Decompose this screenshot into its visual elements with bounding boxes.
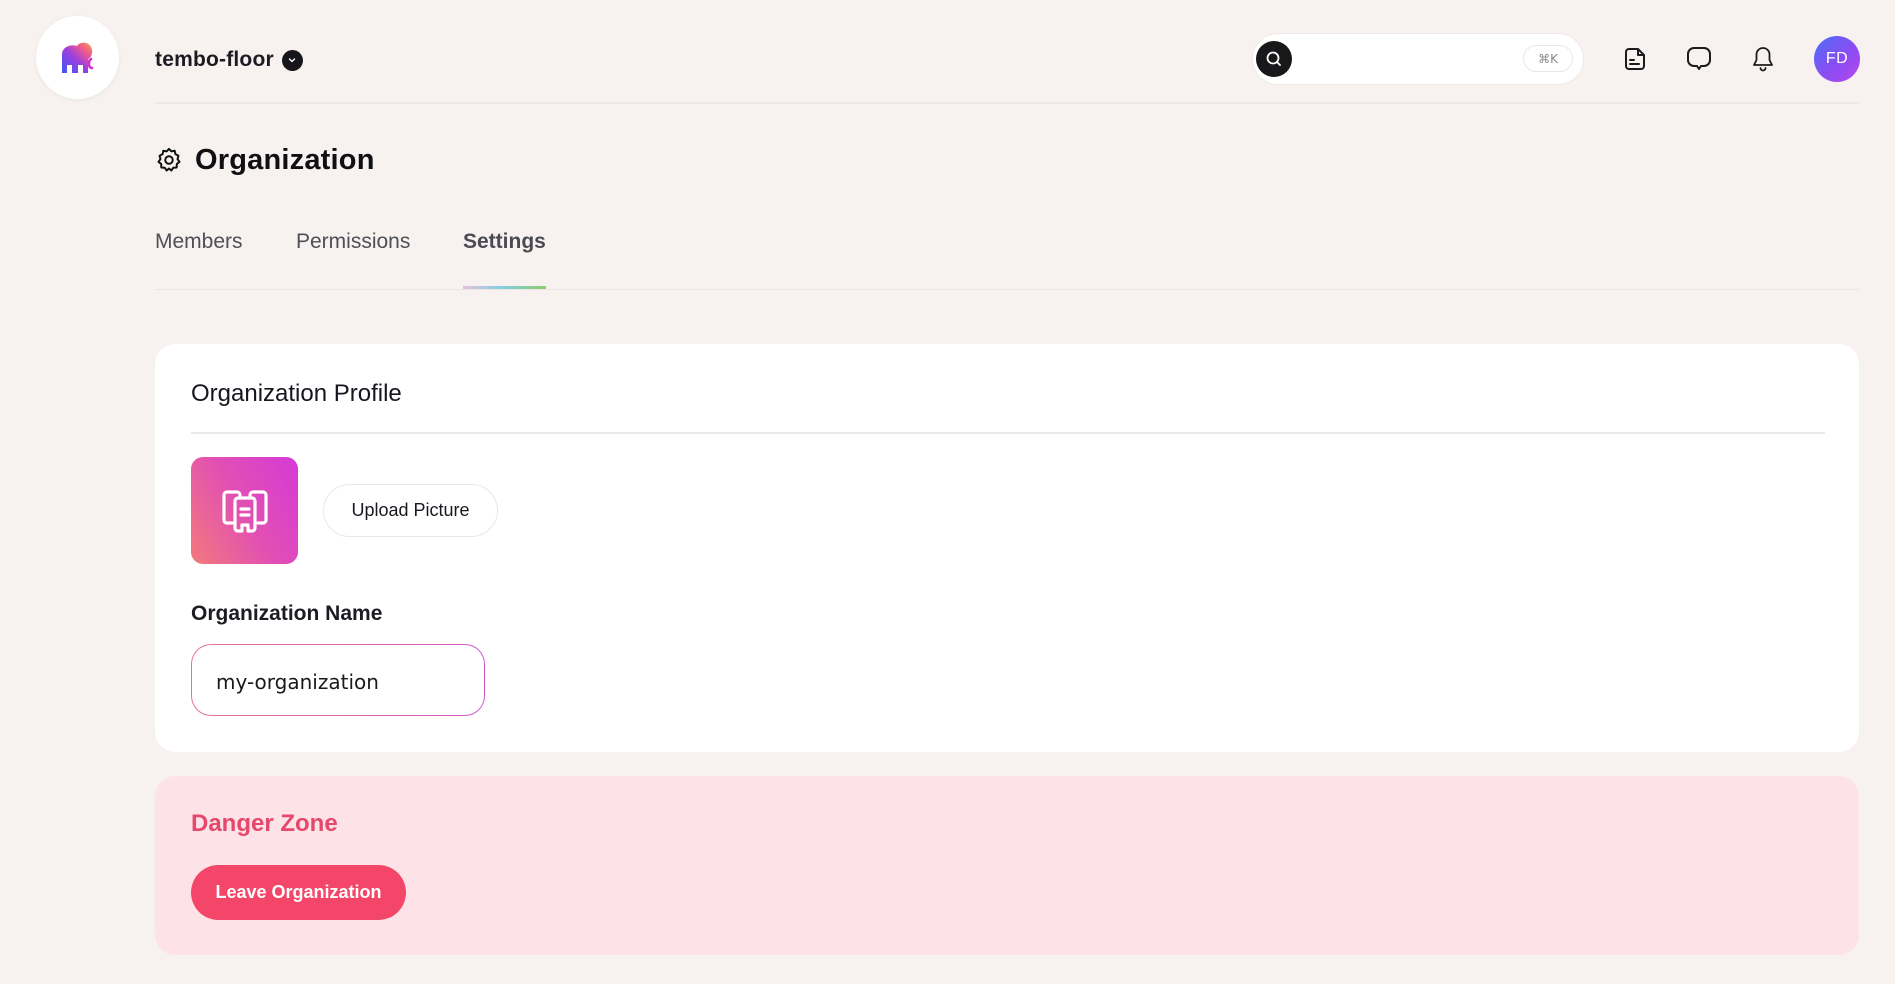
user-avatar[interactable]: FD	[1814, 36, 1860, 82]
profile-card-title: Organization Profile	[191, 380, 402, 407]
notifications-button[interactable]	[1748, 44, 1778, 74]
docs-button[interactable]	[1620, 44, 1650, 74]
leave-organization-button[interactable]: Leave Organization	[191, 865, 406, 920]
gear-icon	[157, 147, 181, 172]
tab-settings[interactable]: Settings	[463, 226, 546, 289]
danger-zone-card: Danger Zone Leave Organization	[155, 776, 1859, 955]
organization-profile-card: Organization Profile Upload Picture Orga…	[155, 344, 1859, 752]
organization-building-icon	[221, 489, 268, 533]
page-heading: Organization	[195, 143, 375, 176]
document-icon	[1625, 48, 1645, 70]
organization-picture	[191, 457, 298, 564]
danger-zone-title: Danger Zone	[191, 810, 338, 837]
tab-permissions[interactable]: Permissions	[296, 226, 410, 289]
chat-icon	[1687, 47, 1711, 70]
org-name: tembo-floor	[155, 48, 274, 71]
header-divider	[155, 102, 1860, 104]
organization-name-label: Organization Name	[191, 602, 383, 625]
elephant-logo-icon	[61, 42, 93, 73]
page-title: Organization	[155, 142, 375, 178]
profile-card-divider	[191, 432, 1825, 434]
tab-members[interactable]: Members	[155, 226, 243, 289]
chevron-down-icon	[281, 49, 303, 71]
organization-name-input[interactable]	[192, 645, 484, 715]
search-icon[interactable]	[1256, 41, 1292, 77]
app-logo[interactable]	[36, 16, 119, 99]
search-input[interactable]	[1299, 42, 1509, 76]
bell-icon	[1753, 47, 1773, 72]
search-bar[interactable]: ⌘K	[1253, 34, 1583, 84]
org-switcher[interactable]: tembo-floor	[155, 44, 303, 76]
tab-bar: Members Permissions Settings	[155, 226, 1860, 290]
search-shortcut-badge: ⌘K	[1523, 45, 1573, 72]
chat-button[interactable]	[1684, 44, 1714, 74]
upload-picture-button[interactable]: Upload Picture	[323, 484, 498, 537]
organization-name-field	[191, 644, 485, 716]
